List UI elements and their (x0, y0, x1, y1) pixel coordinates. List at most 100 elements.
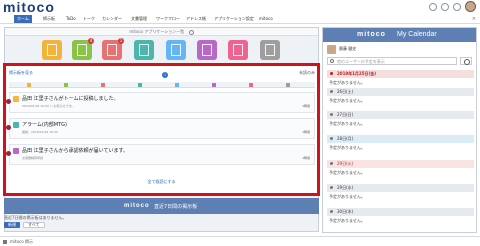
notice-time: 1時間 (302, 104, 310, 108)
user-name: 齋藤 健史 (339, 46, 357, 51)
search-placeholder: 他のユーザーの予定を表示 (337, 59, 385, 64)
notice-link[interactable]: 掲示板を見る (9, 70, 33, 76)
notice-item[interactable]: 品田 江里子さんがトームに投稿しました。 2019/01/29 10:00 〜 … (6, 92, 315, 113)
refresh-button[interactable] (460, 57, 472, 65)
notice-item[interactable]: アラーム(内部MTG) 開始：2019/01/29 10:30 1時間 (6, 118, 315, 139)
avatar[interactable] (465, 1, 476, 12)
nav-item-mitoco[interactable]: mitoco (256, 15, 276, 23)
main-nav: ホーム 掲示板 ToDo トーク カレンダー 文書管理 ワークフロー アドレス帳… (0, 14, 480, 24)
alarm-icon (13, 122, 19, 128)
nav-item-address[interactable]: アドレス帳 (183, 15, 209, 23)
empty-note: 直近7日間の掲示板はありません。 (4, 215, 67, 220)
workflow-icon (202, 44, 212, 56)
footer-subtitle: 直近7日間の掲示板 (154, 204, 198, 210)
day-note: 予定がありません。 (329, 80, 365, 85)
document-icon[interactable] (175, 83, 179, 87)
badge: 4 (88, 38, 94, 44)
nav-item-documents[interactable]: 文書管理 (128, 15, 150, 23)
help-icon[interactable] (429, 2, 437, 11)
app-tile-documents[interactable] (166, 40, 186, 60)
workflow-icon (13, 148, 19, 154)
settings-icon[interactable] (441, 2, 449, 11)
app-tile-board[interactable] (42, 40, 62, 60)
nav-item-home[interactable]: ホーム (14, 15, 32, 23)
board-icon (47, 44, 57, 56)
document-icon (171, 44, 181, 56)
day-header[interactable]: 26日(土) (327, 88, 474, 96)
gear-icon[interactable] (286, 83, 290, 87)
day-header[interactable]: 29日(水) (327, 184, 474, 192)
close-icon[interactable]: × (472, 16, 476, 22)
new-button[interactable]: 新規 (4, 222, 20, 228)
nav-item-calendar[interactable]: カレンダー (99, 15, 125, 23)
status-text: mitoco 掲示 (10, 239, 33, 244)
top-bar: mitoco (0, 0, 480, 14)
board-icon[interactable] (27, 83, 31, 87)
unread-dot (6, 151, 11, 156)
unread-toggle[interactable]: 未読のみ (299, 70, 315, 76)
nav-item-todo[interactable]: ToDo (63, 15, 79, 23)
day-header[interactable]: 29日(火) (327, 160, 474, 168)
notice-time: 1時間 (302, 156, 310, 160)
talk-icon[interactable] (101, 83, 105, 87)
calendar-icon[interactable] (138, 83, 142, 87)
day-note: 予定がありません。 (329, 194, 365, 199)
my-calendar-panel: mitoco My Calendar 齋藤 健史 他のユーザーの予定を表示 20… (322, 27, 477, 233)
notice-sub: 開始：2019/01/29 10:30 (22, 130, 58, 134)
unread-dot (6, 99, 11, 104)
top-icons (429, 1, 476, 12)
footer-logo: mitoco (124, 203, 150, 209)
notice-sub: 2019/01/29 10:00 〜 お知らせです。 (22, 104, 75, 108)
gear-icon (265, 44, 275, 56)
footer-controls: 新規 すべて (4, 222, 45, 228)
day-note: 予定がありません。 (329, 121, 365, 126)
day-note: 予定がありません。 (329, 218, 365, 223)
day-header[interactable]: 30日(木) (327, 208, 474, 216)
notice-item[interactable]: 品田 江里子さんから承認依頼が届いています。 交通費精算申請 1時間 (6, 144, 315, 165)
badge: 1 (118, 38, 124, 44)
status-icon (3, 240, 7, 244)
notification-icon[interactable] (453, 2, 461, 11)
notice-title: 品田 江里子さんから承認依頼が届いています。 (22, 148, 128, 154)
day-header[interactable]: 27日(日) (327, 111, 474, 119)
app-tile-address[interactable] (228, 40, 248, 60)
all-button[interactable]: すべて (23, 222, 45, 228)
nav-item-board[interactable]: 掲示板 (40, 15, 58, 23)
calendar-header: mitoco My Calendar (323, 28, 476, 42)
day-header[interactable]: 2019年1月25日(金) (327, 70, 474, 78)
app-list-header: mitoco アプリケーション一覧 (5, 28, 318, 36)
board-footer-bar: mitoco 直近7日間の掲示板 (4, 198, 319, 214)
app-tile-settings[interactable] (260, 40, 280, 60)
calendar-logo: mitoco (357, 31, 386, 38)
address-book-icon[interactable] (249, 83, 253, 87)
category-strip (9, 82, 315, 88)
notice-panel: 掲示板を見る 未読のみ i 品田 江里子さんがトームに投稿しました。 2019/… (3, 63, 320, 196)
nav-item-workflow[interactable]: ワークフロー (153, 15, 183, 23)
mark-all-read-link[interactable]: 全て既読にする (6, 179, 317, 185)
calendar-title: My Calendar (397, 31, 437, 38)
day-note: 予定がありません。 (329, 170, 365, 175)
calendar-icon (139, 44, 149, 56)
day-note: 予定がありません。 (329, 145, 365, 150)
nav-item-app-settings[interactable]: アプリケーション設定 (211, 15, 257, 23)
app-tile-calendar[interactable] (134, 40, 154, 60)
app-list-title: mitoco アプリケーション一覧 (129, 29, 185, 34)
notice-sub: 交通費精算申請 (22, 156, 44, 160)
reload-icon[interactable] (188, 29, 194, 35)
user-search-input[interactable]: 他のユーザーの予定を表示 (327, 57, 457, 65)
search-icon (330, 59, 334, 63)
status-bar: mitoco 掲示 (0, 236, 480, 246)
workflow-icon[interactable] (212, 83, 216, 87)
unread-dot (6, 125, 11, 130)
app-tile-workflow[interactable] (197, 40, 217, 60)
logo[interactable]: mitoco (3, 0, 55, 14)
app-tile-talk[interactable]: 1 (102, 38, 124, 60)
todo-icon[interactable] (64, 83, 68, 87)
info-icon[interactable]: i (162, 72, 168, 78)
nav-item-talk[interactable]: トーク (80, 15, 98, 23)
notice-title: 品田 江里子さんがトームに投稿しました。 (22, 96, 119, 102)
app-tile-todo[interactable]: 4 (72, 38, 94, 60)
todo-icon (77, 44, 87, 56)
calendar-user: 齋藤 健史 (327, 45, 474, 55)
day-header[interactable]: 28日(月) (327, 135, 474, 143)
